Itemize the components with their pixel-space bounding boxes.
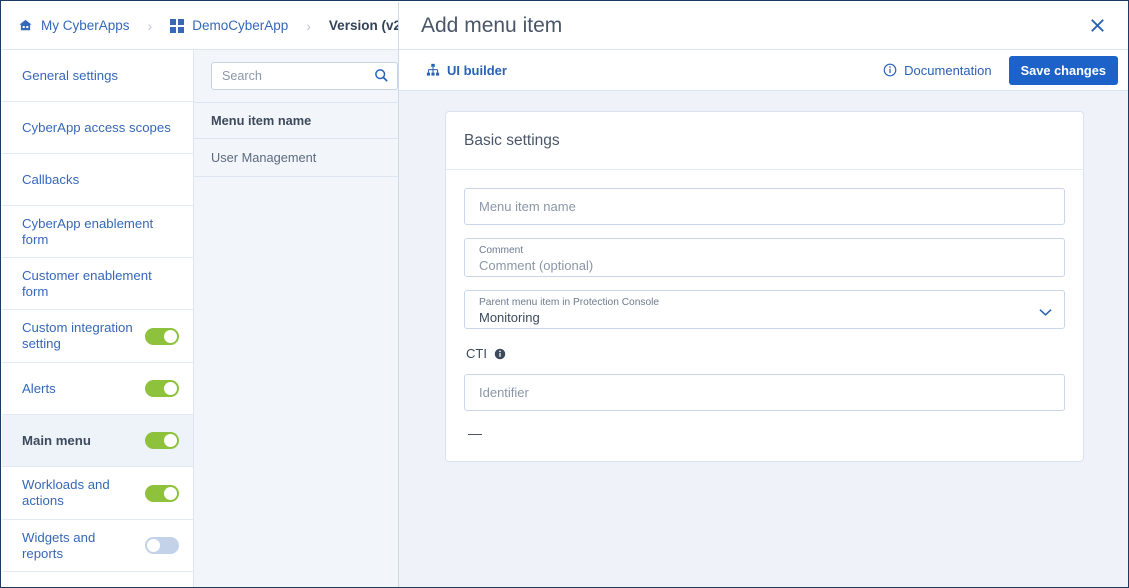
list-item[interactable]: User Management (194, 139, 398, 177)
sidebar-item-label: CyberApp access scopes (22, 119, 171, 135)
sidebar-item-customer-enablement-form[interactable]: Customer enablement form (2, 258, 193, 310)
modal-header: Add menu item (399, 2, 1128, 50)
info-icon[interactable] (494, 348, 506, 360)
menu-item-name-input[interactable]: Menu item name (464, 188, 1065, 225)
sidebar-item-general-settings[interactable]: General settings (2, 50, 193, 102)
documentation-link[interactable]: Documentation (883, 62, 992, 78)
sidebar-item-workloads-and-actions[interactable]: Workloads and actions (2, 467, 193, 520)
toggle-knob (147, 539, 160, 552)
home-icon (18, 18, 33, 33)
sitemap-icon (426, 63, 440, 77)
sidebar-item-label: Workloads and actions (22, 477, 110, 508)
breadcrumb-item-democyberapp[interactable]: DemoCyberApp (170, 18, 288, 33)
sidebar-item-label: CyberApp enablement form (22, 215, 154, 247)
sidebar-item-callbacks[interactable]: Callbacks (2, 154, 193, 206)
toggle-knob (164, 486, 177, 500)
toggle-knob (164, 382, 177, 395)
sidebar-item-label: General settings (22, 67, 119, 83)
toggle-knob (164, 434, 177, 447)
parent-menu-item-value: Monitoring (479, 310, 540, 325)
menu-items-panel: Search Menu item name User Management (194, 50, 398, 587)
sidebar-item-label: Callbacks (22, 171, 80, 187)
sidebar-toggle-custom-integration-setting[interactable] (145, 327, 179, 345)
sidebar-item-main-menu[interactable]: Main menu (2, 415, 193, 467)
save-changes-button[interactable]: Save changes (1008, 55, 1118, 85)
sidebar-toggle-main-menu[interactable] (145, 432, 179, 449)
sidebar-item-label: Main menu (22, 432, 91, 448)
sidebar-item-cyberapp-enablement-form[interactable]: CyberApp enablement form (2, 206, 193, 258)
sidebar-item-label: Custom integration setting (22, 320, 133, 351)
basic-settings-card: Basic settings Menu item name Comment Co… (445, 111, 1084, 462)
sidebar-item-widgets-and-reports[interactable]: Widgets and reports (2, 520, 193, 572)
breadcrumb-separator: › (147, 17, 153, 34)
parent-menu-item-select[interactable]: Parent menu item in Protection Console M… (464, 290, 1065, 329)
search-bar: Search (194, 50, 398, 102)
sidebar-item-label: Alerts (22, 380, 56, 396)
sidebar-toggle-workloads-and-actions[interactable] (145, 484, 179, 502)
card-body: Menu item name Comment Comment (optional… (446, 170, 1083, 461)
comment-placeholder: Comment (optional) (479, 258, 594, 273)
sidebar-item-label: Customer enablement form (22, 267, 152, 299)
sidebar-item-alerts[interactable]: Alerts (2, 363, 193, 415)
modal-toolbar: UI builder Documentation Save changes (399, 50, 1128, 91)
ui-builder-label: UI builder (447, 62, 507, 78)
breadcrumb-item-my-cyberapps[interactable]: My CyberApps (18, 18, 130, 33)
sidebar-toggle-alerts[interactable] (145, 380, 179, 397)
page-title: Add menu item (421, 13, 563, 37)
sidebar: General settings CyberApp access scopes … (2, 50, 194, 587)
ui-builder-link[interactable]: UI builder (426, 63, 507, 78)
search-input[interactable]: Search (211, 62, 398, 90)
close-icon[interactable] (1083, 12, 1111, 40)
modal-body: Basic settings Menu item name Comment Co… (399, 91, 1128, 587)
cti-label: CTI (466, 346, 487, 361)
grid-icon (170, 18, 185, 33)
comment-input[interactable]: Comment Comment (optional) (464, 238, 1065, 277)
modal-toolbar-actions: Documentation Save changes (883, 55, 1118, 85)
sidebar-item-custom-integration-setting[interactable]: Custom integration setting (2, 310, 193, 363)
identifier-input[interactable]: Identifier (464, 374, 1065, 411)
list-column-header: Menu item name (194, 102, 398, 139)
search-icon (374, 68, 389, 88)
identifier-placeholder: Identifier (479, 385, 529, 400)
card-title: Basic settings (446, 112, 1083, 170)
sidebar-toggle-widgets-and-reports[interactable] (145, 537, 179, 554)
documentation-label: Documentation (904, 62, 992, 78)
sidebar-item-cyberapp-access-scopes[interactable]: CyberApp access scopes (2, 102, 193, 154)
search-placeholder: Search (222, 69, 262, 83)
parent-menu-item-label: Parent menu item in Protection Console (479, 297, 660, 308)
breadcrumb-label: DemoCyberApp (192, 18, 289, 33)
app-window: My CyberApps › DemoCyberApp › Version (v… (0, 0, 1129, 588)
cti-trailing-text: — (468, 425, 482, 441)
info-icon (883, 63, 897, 77)
breadcrumb-separator: › (306, 17, 311, 34)
toggle-knob (164, 329, 177, 343)
comment-label: Comment (479, 245, 524, 256)
menu-item-name-placeholder: Menu item name (479, 199, 576, 214)
cti-section-header: CTI (466, 346, 1065, 361)
sidebar-item-label: Widgets and reports (22, 529, 96, 561)
chevron-down-icon[interactable] (1039, 304, 1052, 322)
add-menu-item-modal: Add menu item UI builder Documentation S… (398, 2, 1128, 587)
breadcrumb-label: My CyberApps (41, 18, 130, 33)
